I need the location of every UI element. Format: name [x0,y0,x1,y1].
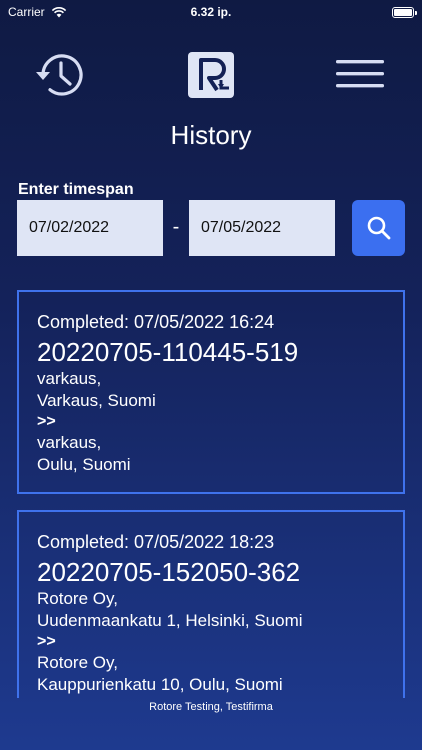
wifi-icon [51,7,66,18]
history-list[interactable]: Completed: 07/05/2022 16:24 20220705-110… [0,290,422,698]
carrier-label: Carrier [8,5,45,19]
menu-button[interactable] [334,54,386,94]
home-logo-button[interactable] [186,50,236,100]
status-bar: Carrier 6.32 ip. [0,0,422,24]
status-right [254,6,417,18]
origin-name: varkaus, [37,369,102,388]
history-button[interactable] [32,46,90,104]
order-id: 20220705-152050-362 [37,557,301,587]
start-date-input[interactable] [17,200,163,256]
route-arrow: >> [37,633,56,650]
search-icon [367,216,390,240]
destination-address: Kauppurienkatu 10, Oulu, Suomi [37,675,283,694]
rotore-logo-icon [188,52,234,98]
search-button[interactable] [352,200,405,256]
origin-name: Rotore Oy, [37,589,118,608]
origin-address: Uudenmaankatu 1, Helsinki, Suomi [37,611,303,630]
origin-address: Varkaus, Suomi [37,391,156,410]
top-nav [0,44,422,104]
history-clock-icon [36,54,83,96]
battery-fill [394,8,412,16]
footer-company: Rotore Testing, Testifirma [149,701,273,713]
page-title: History [170,120,252,150]
completed-time: Completed: 07/05/2022 16:24 [37,312,275,332]
battery-icon [392,6,417,18]
destination-name: varkaus, [37,433,102,452]
history-card[interactable]: Completed: 07/05/2022 18:23 20220705-152… [17,510,405,698]
history-card[interactable]: Completed: 07/05/2022 16:24 20220705-110… [17,290,405,494]
route-arrow: >> [37,413,56,430]
status-left: Carrier [8,5,168,19]
order-id: 20220705-110445-519 [37,337,299,367]
hamburger-menu-icon [336,60,384,88]
date-separator: - [172,216,180,238]
destination-address: Oulu, Suomi [37,455,131,474]
destination-name: Rotore Oy, [37,653,118,672]
completed-time: Completed: 07/05/2022 18:23 [37,532,275,552]
status-time: 6.32 ip. [190,5,232,19]
end-date-input[interactable] [189,200,335,256]
timespan-label: Enter timespan [18,181,134,198]
